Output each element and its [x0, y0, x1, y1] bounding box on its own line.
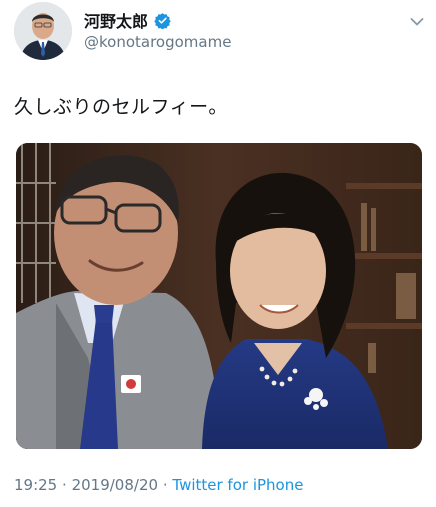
author-handle[interactable]: @konotarogomame [84, 33, 231, 51]
tweet-date[interactable]: 2019/08/20 [72, 476, 158, 494]
chevron-down-icon[interactable] [410, 12, 424, 26]
author-display-name[interactable]: 河野太郎 [84, 8, 148, 32]
author-name-row[interactable]: 河野太郎 [84, 8, 171, 32]
tweet-text: 久しぶりのセルフィー。 [14, 96, 228, 118]
verified-badge-icon [154, 12, 171, 29]
tweet-time[interactable]: 19:25 [14, 476, 57, 494]
tweet-card: 河野太郎 @konotarogomame 久しぶりのセルフィー。 19:25 ·… [0, 0, 436, 507]
author-avatar[interactable] [14, 2, 72, 60]
tweet-photo[interactable] [16, 143, 422, 449]
tweet-meta: 19:25 · 2019/08/20 · Twitter for iPhone [14, 476, 303, 494]
meta-separator: · [162, 476, 168, 494]
tweet-source-link[interactable]: Twitter for iPhone [172, 476, 303, 494]
meta-separator: · [62, 476, 67, 494]
